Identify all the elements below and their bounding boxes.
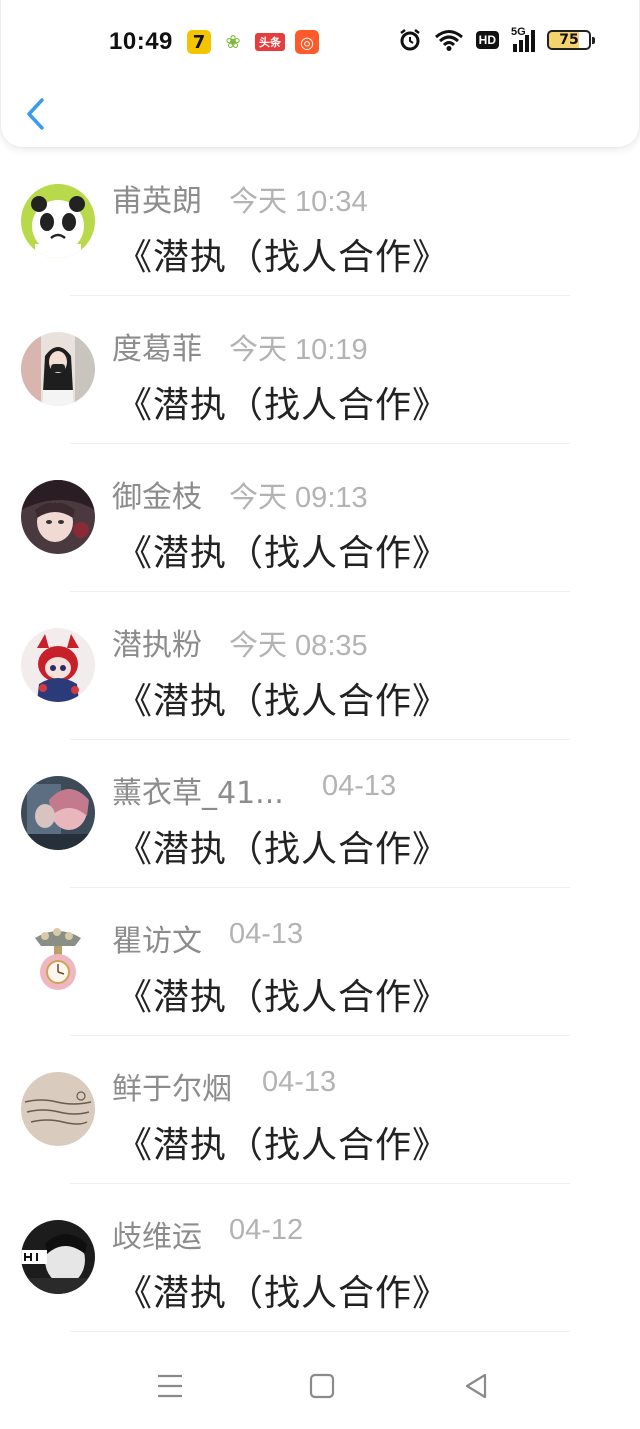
avatar[interactable] <box>21 628 95 702</box>
avatar[interactable] <box>21 184 95 258</box>
message-preview: 《潜执（找人合作》 <box>116 533 450 574</box>
list-item[interactable]: 歧维运 04-12 《潜执（找人合作》 <box>0 1184 640 1332</box>
system-navbar <box>0 1340 640 1429</box>
status-bar: 10:49 7 ❀ 头条 ◎ HD 5G 75 <box>1 22 640 64</box>
avatar[interactable] <box>21 924 95 998</box>
sender-name: 瞿访文 <box>112 924 202 959</box>
avatar[interactable] <box>21 1072 95 1146</box>
message-time: 04-13 <box>322 770 397 802</box>
list-item[interactable]: 薰衣草_41... 04-13 《潜执（找人合作》 <box>0 740 640 888</box>
avatar[interactable] <box>21 332 95 406</box>
avatar[interactable] <box>21 480 95 554</box>
message-preview: 《潜执（找人合作》 <box>116 237 450 278</box>
divider <box>70 1331 570 1332</box>
list-item[interactable]: 瞿访文 04-13 《潜执（找人合作》 <box>0 888 640 1036</box>
avatar[interactable] <box>21 1220 95 1294</box>
alarm-icon <box>398 28 422 52</box>
list-item[interactable]: 度葛菲 今天 10:19 《潜执（找人合作》 <box>0 296 640 444</box>
sender-name: 潜执粉 <box>112 628 202 663</box>
home-button[interactable] <box>302 1368 342 1404</box>
signal-icon: 5G <box>511 26 535 52</box>
message-time: 今天 10:19 <box>229 334 368 366</box>
message-time: 04-12 <box>229 1214 304 1246</box>
message-preview: 《潜执（找人合作》 <box>116 681 450 722</box>
sender-name: 鲜于尔烟 <box>112 1072 232 1107</box>
avatar[interactable] <box>21 776 95 850</box>
menu-button[interactable] <box>150 1368 190 1404</box>
message-time: 04-13 <box>262 1066 337 1098</box>
message-preview: 《潜执（找人合作》 <box>116 1125 450 1166</box>
list-item[interactable]: 甫英朗 今天 10:34 《潜执（找人合作》 <box>0 148 640 296</box>
network-label: 5G <box>511 26 526 38</box>
kuaishou-icon: ◎ <box>295 30 319 54</box>
sender-name: 御金枝 <box>112 480 202 515</box>
sender-name: 薰衣草_41... <box>112 776 284 811</box>
top-bar: 10:49 7 ❀ 头条 ◎ HD 5G 75 <box>0 0 640 148</box>
list-item[interactable]: 潜执粉 今天 08:35 《潜执（找人合作》 <box>0 592 640 740</box>
message-preview: 《潜执（找人合作》 <box>116 977 450 1018</box>
battery-icon: 75 <box>547 30 595 50</box>
sender-name: 甫英朗 <box>112 184 202 219</box>
back-button[interactable] <box>21 94 51 134</box>
menu-icon <box>158 1374 182 1398</box>
message-time: 今天 10:34 <box>229 186 368 218</box>
message-preview: 《潜执（找人合作》 <box>116 829 450 870</box>
message-time: 今天 09:13 <box>229 482 368 514</box>
list-item[interactable]: 御金枝 今天 09:13 《潜执（找人合作》 <box>0 444 640 592</box>
sender-name: 度葛菲 <box>112 332 202 367</box>
status-time: 10:49 <box>109 28 173 55</box>
message-preview: 《潜执（找人合作》 <box>116 385 450 426</box>
sprout-app-icon: ❀ <box>225 31 241 53</box>
home-square-icon <box>309 1373 335 1399</box>
list-item[interactable]: 鲜于尔烟 04-13 《潜执（找人合作》 <box>0 1036 640 1184</box>
back-triangle-icon <box>465 1373 487 1399</box>
tencent-video-icon: 7 <box>187 30 211 54</box>
sender-name: 歧维运 <box>112 1220 202 1255</box>
message-preview: 《潜执（找人合作》 <box>116 1273 450 1314</box>
system-back-button[interactable] <box>456 1368 496 1404</box>
wifi-icon <box>434 29 464 51</box>
system-icons: HD 5G 75 <box>398 26 595 52</box>
hd-icon: HD <box>475 31 499 49</box>
message-time: 今天 08:35 <box>229 630 368 662</box>
message-time: 04-13 <box>229 918 304 950</box>
chevron-left-icon <box>27 98 44 130</box>
message-list: 甫英朗 今天 10:34 《潜执（找人合作》 度葛菲 今天 10:19 《潜执（… <box>0 148 640 1332</box>
notification-icons: 7 ❀ 头条 ◎ <box>187 30 319 54</box>
toutiao-icon: 头条 <box>255 33 285 51</box>
